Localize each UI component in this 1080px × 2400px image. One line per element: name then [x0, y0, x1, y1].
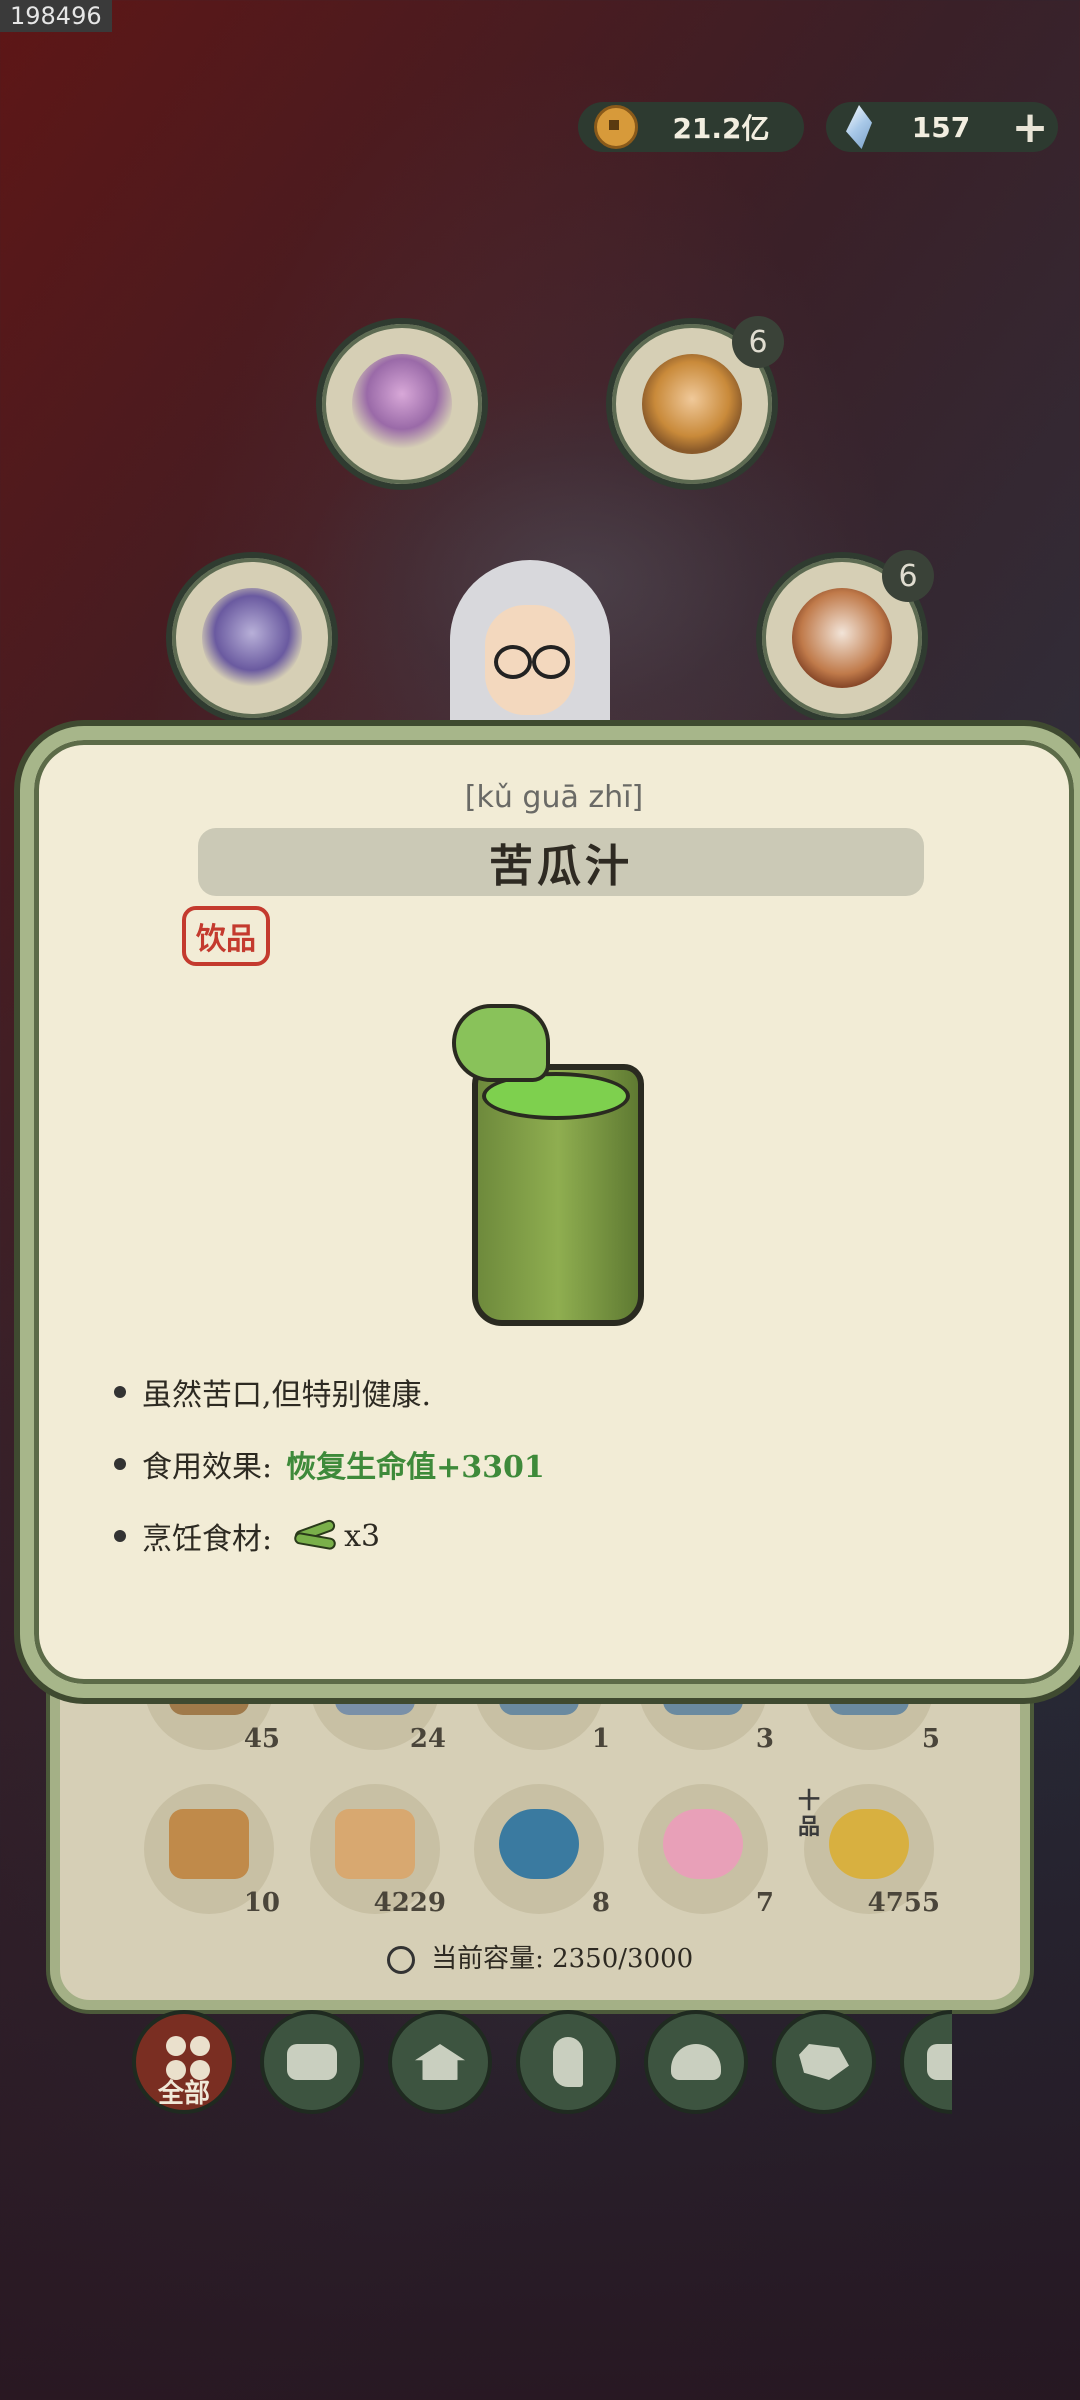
gem-value: 157	[911, 110, 971, 144]
portrait-lotus-altar[interactable]	[316, 318, 488, 490]
item-pinyin: [kǔ guā zhī]	[464, 780, 644, 815]
hero-portrait-icon	[792, 588, 892, 688]
armor-icon	[202, 588, 302, 688]
tab-map[interactable]	[772, 2010, 876, 2114]
coin-counter[interactable]: 21.2亿	[578, 102, 804, 152]
tab-building[interactable]	[388, 2010, 492, 2114]
lotus-flower-icon	[663, 1809, 743, 1879]
item-count: 1	[591, 1724, 610, 1754]
effect-label: 食用效果:	[142, 1450, 273, 1485]
capacity-indicator: 当前容量: 2350/3000	[0, 1938, 1080, 1975]
add-gems-button[interactable]: +	[1010, 102, 1050, 153]
bullet-icon	[114, 1530, 126, 1542]
tab-herb[interactable]	[516, 2010, 620, 2114]
item-count: 10	[243, 1888, 280, 1918]
description-row: 虽然苦口,但特别健康.	[114, 1356, 1014, 1428]
inventory-slot[interactable]: 10	[144, 1784, 280, 1918]
treasure-chest-icon	[169, 1809, 249, 1879]
item-category-stamp: 饮品	[182, 906, 270, 966]
item-title-bar: 苦瓜汁	[198, 828, 924, 896]
gem-counter: 157 +	[826, 102, 1058, 153]
coin-value: 21.2亿	[672, 112, 770, 145]
main-character	[440, 560, 620, 730]
bitter-melon-juice-icon	[452, 1004, 652, 1326]
gem-icon	[846, 105, 872, 149]
inventory-slot[interactable]: 4229	[310, 1784, 446, 1918]
item-count: 7	[755, 1888, 774, 1918]
coin-icon	[594, 105, 638, 149]
golden-fruit-icon	[829, 1809, 909, 1879]
item-title: 苦瓜汁	[489, 841, 633, 892]
scroll-icon	[335, 1809, 415, 1879]
scroll-icon	[927, 2044, 952, 2080]
category-tabs: 全部	[132, 2010, 952, 2120]
bitter-melon-leaf-shape	[452, 1004, 550, 1082]
hero-level-badge: 6	[882, 550, 934, 602]
item-count: 24	[409, 1724, 446, 1754]
capacity-icon	[386, 1946, 415, 1974]
screen-id-tag: 198496	[0, 0, 112, 32]
rice-bowl-icon	[671, 2044, 721, 2080]
portrait-armor-purple[interactable]	[166, 552, 338, 724]
effect-row: 食用效果: 恢复生命值+3301	[114, 1428, 1014, 1500]
ingredients-count: x3	[344, 1518, 381, 1554]
item-count: 3	[755, 1724, 774, 1754]
inventory-slot[interactable]: 8	[474, 1784, 610, 1918]
spirit-creature-icon	[499, 1809, 579, 1879]
portrait-hero-gold[interactable]: 6	[606, 316, 784, 490]
quality-tag: 十品	[798, 1788, 821, 1840]
item-count: 45	[243, 1724, 280, 1754]
ingredients-row: 烹饪食材: x3	[114, 1500, 1014, 1572]
effect-value: 恢复生命值+3301	[286, 1450, 545, 1485]
log-icon	[287, 2044, 337, 2080]
item-info: 虽然苦口,但特别健康. 食用效果: 恢复生命值+3301 烹饪食材: x3	[114, 1356, 1014, 1572]
tab-scroll[interactable]	[900, 2010, 952, 2114]
item-count: 4755	[867, 1888, 940, 1918]
item-detail-popup: [kǔ guā zhī] 苦瓜汁 饮品 虽然苦口,但特别健康. 食用效果: 恢复…	[20, 726, 1080, 1698]
item-count: 4229	[373, 1888, 446, 1918]
tab-food[interactable]	[644, 2010, 748, 2114]
tab-all-label: 全部	[157, 2079, 210, 2109]
inventory-slot[interactable]: 7	[638, 1784, 774, 1918]
map-icon	[799, 2044, 849, 2080]
tab-wood[interactable]	[260, 2010, 364, 2114]
item-count: 5	[921, 1724, 940, 1754]
herb-icon	[553, 2037, 583, 2087]
bullet-icon	[114, 1458, 126, 1470]
house-icon	[415, 2044, 465, 2080]
item-description: 虽然苦口,但特别健康.	[142, 1378, 432, 1413]
item-count: 8	[591, 1888, 610, 1918]
ingredients-label: 烹饪食材:	[142, 1522, 273, 1557]
hero-level-badge: 6	[732, 316, 784, 368]
hero-portrait-icon	[642, 354, 742, 454]
tab-all[interactable]: 全部	[132, 2010, 236, 2114]
character-glasses	[490, 645, 570, 679]
bitter-melon-ingredient-icon	[293, 1518, 337, 1551]
portrait-hero-white-hair[interactable]: 6	[756, 550, 934, 724]
lotus-altar-icon	[352, 354, 452, 454]
bullet-icon	[114, 1386, 126, 1398]
capacity-label: 当前容量:	[431, 1944, 544, 1974]
capacity-value: 2350/3000	[552, 1944, 694, 1974]
